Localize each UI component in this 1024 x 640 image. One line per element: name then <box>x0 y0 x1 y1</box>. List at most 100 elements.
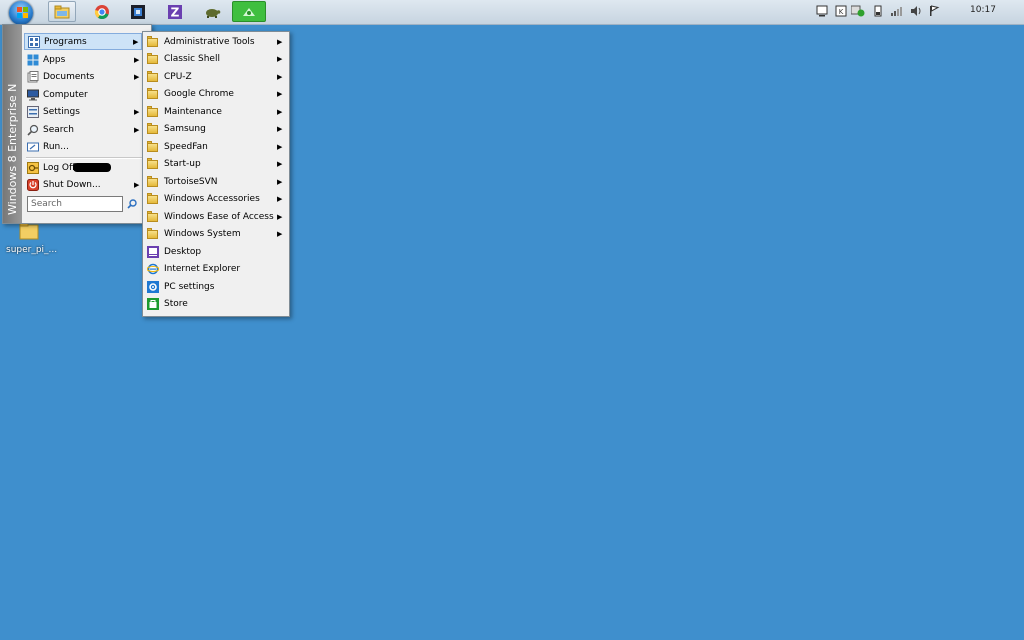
cpu-z-icon <box>131 4 145 19</box>
start-item-shut-down[interactable]: Shut Down... ▶ <box>24 176 142 193</box>
start-item-settings[interactable]: Settings ▶ <box>24 103 142 120</box>
program-label: Windows Accessories <box>164 193 260 204</box>
program-folder-windows-accessories[interactable]: Windows Accessories ▶ <box>144 190 287 207</box>
folder-icon <box>147 210 159 223</box>
program-desktop[interactable]: Desktop <box>144 243 287 260</box>
program-folder-windows-system[interactable]: Windows System ▶ <box>144 225 287 242</box>
desktop-icon-label: super_pi_... <box>6 245 58 255</box>
program-folder-samsung[interactable]: Samsung ▶ <box>144 120 287 137</box>
program-label: Start-up <box>164 158 201 169</box>
action-center-flag-icon[interactable] <box>928 5 940 17</box>
program-label: Windows System <box>164 228 241 239</box>
taskbar-file-explorer-button[interactable] <box>48 1 76 22</box>
submenu-arrow-icon: ▶ <box>277 124 283 133</box>
start-item-label: Settings <box>43 106 80 117</box>
run-icon <box>27 141 39 153</box>
program-folder-start-up[interactable]: Start-up ▶ <box>144 155 287 172</box>
program-label: Classic Shell <box>164 53 220 64</box>
start-item-label: Programs <box>44 36 87 47</box>
log-off-icon <box>27 161 39 174</box>
program-folder-windows-ease-of-access[interactable]: Windows Ease of Access ▶ <box>144 208 287 225</box>
folder-icon <box>147 35 159 48</box>
start-item-search[interactable]: Search ▶ <box>24 121 142 138</box>
desktop-app-icon <box>147 245 159 258</box>
program-folder-google-chrome[interactable]: Google Chrome ▶ <box>144 85 287 102</box>
network-monitor-icon[interactable] <box>816 5 828 17</box>
submenu-arrow-icon: ▶ <box>277 54 283 63</box>
file-explorer-icon <box>54 5 70 18</box>
program-folder-tortoisesvn[interactable]: TortoiseSVN ▶ <box>144 173 287 190</box>
program-internet-explorer[interactable]: Internet Explorer <box>144 260 287 277</box>
taskbar: Z K 10:17 <box>0 0 1024 25</box>
submenu-arrow-icon: ▶ <box>277 212 283 221</box>
start-item-label: Search <box>43 124 74 135</box>
taskbar-green-app-button[interactable] <box>232 1 266 22</box>
z-app-icon: Z <box>168 4 182 19</box>
taskbar-turtle-app-button[interactable] <box>198 1 226 22</box>
program-store[interactable]: Store <box>144 295 287 312</box>
taskbar-cpu-z-button[interactable] <box>124 1 152 22</box>
program-folder-classic-shell[interactable]: Classic Shell ▶ <box>144 50 287 67</box>
start-item-label: Apps <box>43 54 66 65</box>
program-pc-settings[interactable]: PC settings <box>144 278 287 295</box>
volume-icon[interactable] <box>910 5 922 17</box>
clock[interactable]: 10:17 <box>970 5 996 15</box>
folder-icon <box>19 222 39 240</box>
start-item-label: Run... <box>43 141 69 152</box>
search-glass-icon[interactable] <box>127 199 137 209</box>
program-folder-speedfan[interactable]: SpeedFan ▶ <box>144 138 287 155</box>
submenu-arrow-icon: ▶ <box>277 142 283 151</box>
keyboard-icon[interactable]: K <box>835 5 847 17</box>
program-label: Internet Explorer <box>164 263 241 274</box>
search-icon <box>27 124 39 136</box>
submenu-arrow-icon: ▶ <box>277 107 283 116</box>
battery-icon[interactable] <box>872 5 884 17</box>
start-item-label-wrap: Log Off <box>43 162 134 173</box>
security-shield-icon[interactable] <box>850 5 865 17</box>
program-label: CPU-Z <box>164 71 192 82</box>
submenu-arrow-icon: ▶ <box>277 177 283 186</box>
submenu-arrow-icon: ▶ <box>134 72 140 81</box>
submenu-arrow-icon: ▶ <box>133 37 139 46</box>
start-item-documents[interactable]: Documents ▶ <box>24 68 142 85</box>
start-item-log-off[interactable]: Log Off <box>24 159 142 176</box>
turtle-app-icon <box>206 8 221 18</box>
submenu-arrow-icon: ▶ <box>134 107 140 116</box>
svg-text:K: K <box>839 8 844 16</box>
folder-icon <box>147 105 159 118</box>
banner-text: Windows 8 Enterprise N <box>6 83 19 215</box>
submenu-arrow-icon: ▶ <box>134 180 140 189</box>
program-label: Windows Ease of Access <box>164 211 274 222</box>
start-button[interactable] <box>6 0 36 26</box>
start-item-run[interactable]: Run... <box>24 138 142 155</box>
windows-orb-icon <box>9 1 33 25</box>
green-app-icon <box>243 7 255 16</box>
program-folder-administrative-tools[interactable]: Administrative Tools ▶ <box>144 33 287 50</box>
pc-settings-icon <box>147 280 159 293</box>
submenu-arrow-icon: ▶ <box>277 229 283 238</box>
chrome-icon <box>94 4 109 19</box>
start-item-apps[interactable]: Apps ▶ <box>24 51 142 68</box>
start-item-computer[interactable]: Computer <box>24 86 142 103</box>
folder-icon <box>147 227 159 240</box>
submenu-arrow-icon: ▶ <box>134 55 140 64</box>
program-label: PC settings <box>164 281 215 292</box>
documents-icon <box>27 70 39 83</box>
program-label: Samsung <box>164 123 206 134</box>
start-item-label: Shut Down... <box>43 179 101 190</box>
program-folder-maintenance[interactable]: Maintenance ▶ <box>144 103 287 120</box>
taskbar-z-app-button[interactable]: Z <box>161 1 189 22</box>
signal-icon[interactable] <box>890 5 902 17</box>
taskbar-chrome-button[interactable] <box>88 1 116 22</box>
start-search-input[interactable]: Search <box>27 196 123 212</box>
folder-icon <box>147 157 159 170</box>
start-item-programs[interactable]: Programs ▶ <box>24 33 142 50</box>
programs-submenu: Administrative Tools ▶ Classic Shell ▶ C… <box>142 31 290 317</box>
program-label: Maintenance <box>164 106 222 117</box>
submenu-arrow-icon: ▶ <box>277 194 283 203</box>
svg-text:Z: Z <box>171 5 180 19</box>
program-label: Administrative Tools <box>164 36 255 47</box>
program-folder-cpu-z[interactable]: CPU-Z ▶ <box>144 68 287 85</box>
apps-icon <box>27 54 39 66</box>
computer-icon <box>27 89 39 101</box>
